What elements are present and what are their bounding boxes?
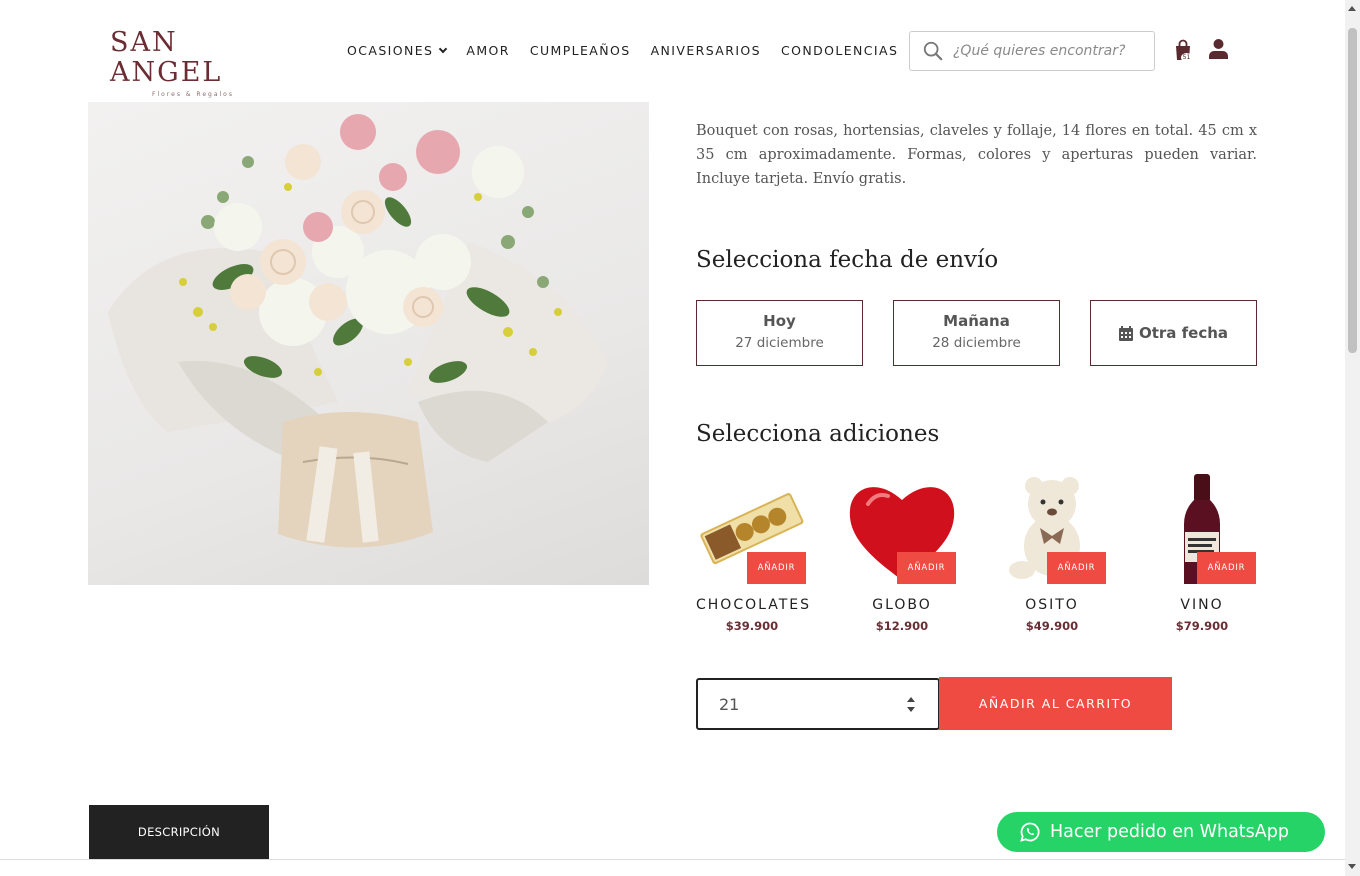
add-osito-button[interactable]: AÑADIR — [1047, 552, 1106, 584]
product-description: Bouquet con rosas, hortensias, claveles … — [696, 123, 1257, 187]
nav-item-amor[interactable]: AMOR — [466, 43, 509, 58]
date-option-title: Hoy — [763, 312, 796, 330]
quantity-stepper[interactable]: 21 — [696, 678, 940, 730]
add-to-cart-button[interactable]: AÑADIR AL CARRITO — [939, 677, 1172, 730]
addon-item-vino: AÑADIR VINO $79.900 — [1146, 474, 1258, 639]
date-option-other[interactable]: Otra fecha — [1090, 300, 1257, 366]
date-option-date: 27 diciembre — [735, 335, 824, 351]
site-header: SAN ANGEL Flores & Regalos OCASIONES AMO… — [0, 0, 1345, 102]
date-option-date: 28 diciembre — [932, 335, 1021, 351]
nav-item-aniversarios[interactable]: ANIVERSARIOS — [651, 43, 761, 58]
addon-name: CHOCOLATES — [696, 597, 812, 613]
chevron-down-icon — [439, 44, 448, 53]
search-input[interactable] — [953, 43, 1143, 59]
whatsapp-button-label: Hacer pedido en WhatsApp — [1050, 822, 1289, 842]
addon-name: VINO — [1180, 597, 1224, 613]
nav-item-label: CUMPLEAÑOS — [529, 43, 631, 58]
brand-tagline: Flores & Regalos — [152, 91, 234, 98]
addon-price: $12.900 — [875, 619, 929, 633]
nav-item-label: ANIVERSARIOS — [650, 43, 761, 58]
scroll-up-arrow-icon[interactable] — [1348, 6, 1356, 11]
stepper-arrows-icon[interactable] — [906, 696, 916, 713]
addons-heading: Selecciona adiciones — [696, 421, 940, 447]
product-image[interactable] — [88, 102, 649, 585]
addon-name: OSITO — [1025, 597, 1079, 613]
nav-item-cumpleanos[interactable]: CUMPLEAÑOS — [530, 43, 631, 58]
addon-item-chocolates: AÑADIR CHOCOLATES $39.900 — [696, 474, 812, 639]
tab-description[interactable]: DESCRIPCIÓN — [89, 805, 269, 859]
scroll-down-arrow-icon[interactable] — [1348, 864, 1356, 869]
nav-item-label: AMOR — [466, 43, 510, 58]
nav-item-condolencias[interactable]: CONDOLENCIAS — [781, 43, 898, 58]
cart-count-badge: 51 — [1181, 53, 1192, 62]
addon-price: $79.900 — [1175, 619, 1229, 633]
scrollbar-thumb[interactable] — [1348, 28, 1357, 353]
search-box — [909, 31, 1155, 71]
calendar-icon — [1118, 325, 1133, 341]
add-vino-button[interactable]: AÑADIR — [1197, 552, 1256, 584]
addon-price: $39.900 — [725, 619, 779, 633]
date-option-title: Mañana — [943, 312, 1010, 330]
add-chocolates-button[interactable]: AÑADIR — [747, 552, 806, 584]
whatsapp-order-button[interactable]: Hacer pedido en WhatsApp — [997, 812, 1325, 852]
search-icon[interactable] — [922, 40, 944, 62]
quantity-value: 21 — [719, 694, 740, 714]
brand-name: SAN ANGEL — [110, 27, 223, 88]
page-scrollbar[interactable] — [1345, 0, 1360, 876]
bouquet-illustration — [108, 114, 608, 548]
date-option-tomorrow[interactable]: Mañana 28 diciembre — [893, 300, 1060, 366]
whatsapp-icon — [1020, 822, 1040, 842]
user-icon[interactable] — [1209, 39, 1228, 59]
nav-item-label: CONDOLENCIAS — [780, 43, 899, 58]
nav-item-label: OCASIONES — [347, 43, 434, 58]
nav-item-ocasiones[interactable]: OCASIONES — [347, 43, 448, 58]
shipping-date-heading: Selecciona fecha de envío — [696, 247, 999, 273]
addon-item-globo: AÑADIR GLOBO $12.900 — [846, 474, 958, 639]
addon-price: $49.900 — [1025, 619, 1079, 633]
tab-divider — [0, 859, 1345, 860]
date-option-today[interactable]: Hoy 27 diciembre — [696, 300, 863, 366]
brand-logo[interactable]: SAN ANGEL Flores & Regalos — [110, 28, 280, 99]
other-date-content: Otra fecha — [1091, 301, 1256, 365]
addon-item-osito: AÑADIR OSITO $49.900 — [996, 474, 1108, 639]
main-nav: OCASIONES AMOR CUMPLEAÑOS ANIVERSARIOS C… — [347, 43, 898, 58]
date-option-title: Otra fecha — [1138, 324, 1229, 342]
add-globo-button[interactable]: AÑADIR — [897, 552, 956, 584]
addon-name: GLOBO — [872, 597, 932, 613]
